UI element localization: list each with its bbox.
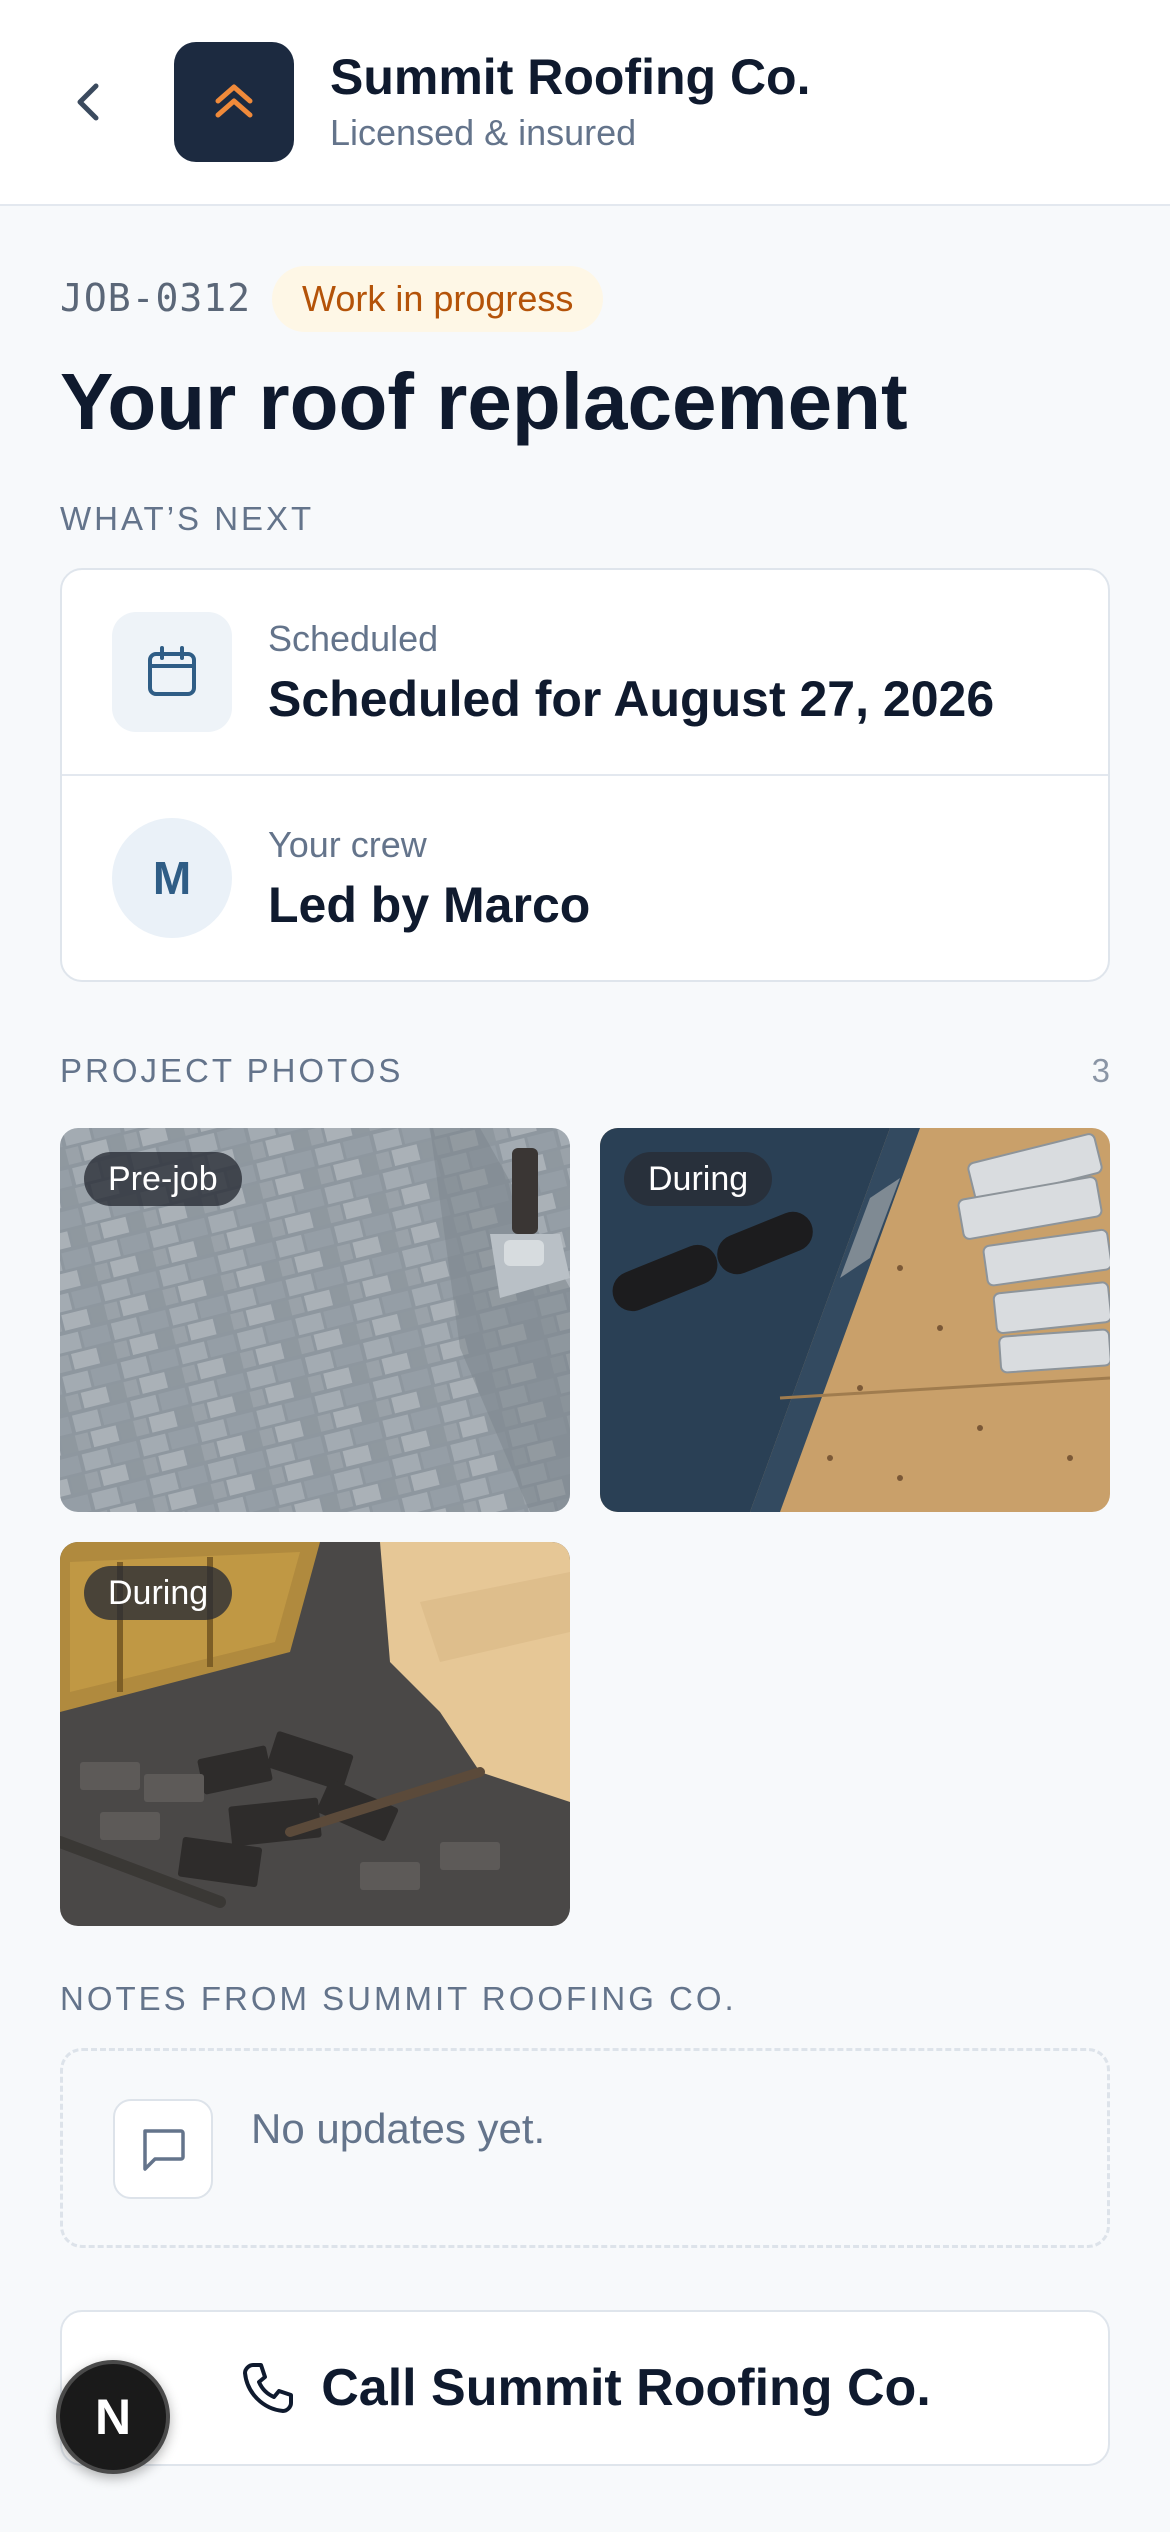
project-photos-label: PROJECT PHOTOS bbox=[60, 1052, 404, 1089]
crew-avatar: M bbox=[112, 818, 232, 938]
calendar-icon bbox=[148, 646, 196, 696]
page-title: Your roof replacement bbox=[60, 357, 908, 446]
call-company-button[interactable]: Call Summit Roofing Co. bbox=[60, 2310, 1110, 2466]
call-button-label: Call Summit Roofing Co. bbox=[321, 2359, 931, 2417]
photo-tag-during-2: During bbox=[84, 1566, 233, 1620]
photo-during-2[interactable]: During bbox=[60, 1542, 570, 1926]
message-icon-tile bbox=[113, 2099, 213, 2199]
chevron-left-icon bbox=[77, 83, 99, 121]
scheduled-label: Scheduled bbox=[268, 618, 439, 659]
photo-pre-job[interactable]: Pre-job bbox=[60, 1128, 570, 1512]
nextjs-dev-badge[interactable]: N bbox=[56, 2360, 170, 2474]
back-button[interactable] bbox=[56, 70, 120, 134]
scheduled-value: Scheduled for August 27, 2026 bbox=[268, 671, 995, 727]
photo-tag-during-1: During bbox=[624, 1152, 773, 1206]
chevron-up-logo-icon bbox=[215, 84, 253, 118]
message-icon bbox=[143, 2129, 185, 2171]
crew-label: Your crew bbox=[268, 824, 427, 865]
top-bar: Summit Roofing Co. Licensed & insured bbox=[0, 0, 1170, 206]
phone-icon bbox=[243, 2363, 294, 2413]
whats-next-label: WHAT’S NEXT bbox=[60, 500, 315, 537]
photo-during-1[interactable]: During bbox=[600, 1128, 1110, 1512]
photo-tag-pre-job: Pre-job bbox=[84, 1152, 242, 1206]
status-badge: Work in progress bbox=[272, 266, 604, 332]
whats-next-card: Scheduled Scheduled for August 27, 2026 … bbox=[60, 568, 1110, 982]
photo-count: 3 bbox=[1091, 1052, 1110, 1089]
company-name: Summit Roofing Co. bbox=[330, 49, 811, 105]
company-subtitle: Licensed & insured bbox=[330, 112, 637, 153]
notes-empty-text: No updates yet. bbox=[251, 2105, 546, 2152]
crew-row: M Your crew Led by Marco bbox=[62, 776, 1108, 982]
calendar-icon-tile bbox=[112, 612, 232, 732]
scheduled-row: Scheduled Scheduled for August 27, 2026 bbox=[62, 570, 1108, 776]
job-id: JOB-0312 bbox=[60, 276, 252, 320]
crew-value: Led by Marco bbox=[268, 877, 591, 933]
company-logo bbox=[174, 42, 294, 162]
notes-card: No updates yet. bbox=[60, 2048, 1110, 2248]
notes-label: NOTES FROM SUMMIT ROOFING CO. bbox=[60, 1980, 737, 2017]
